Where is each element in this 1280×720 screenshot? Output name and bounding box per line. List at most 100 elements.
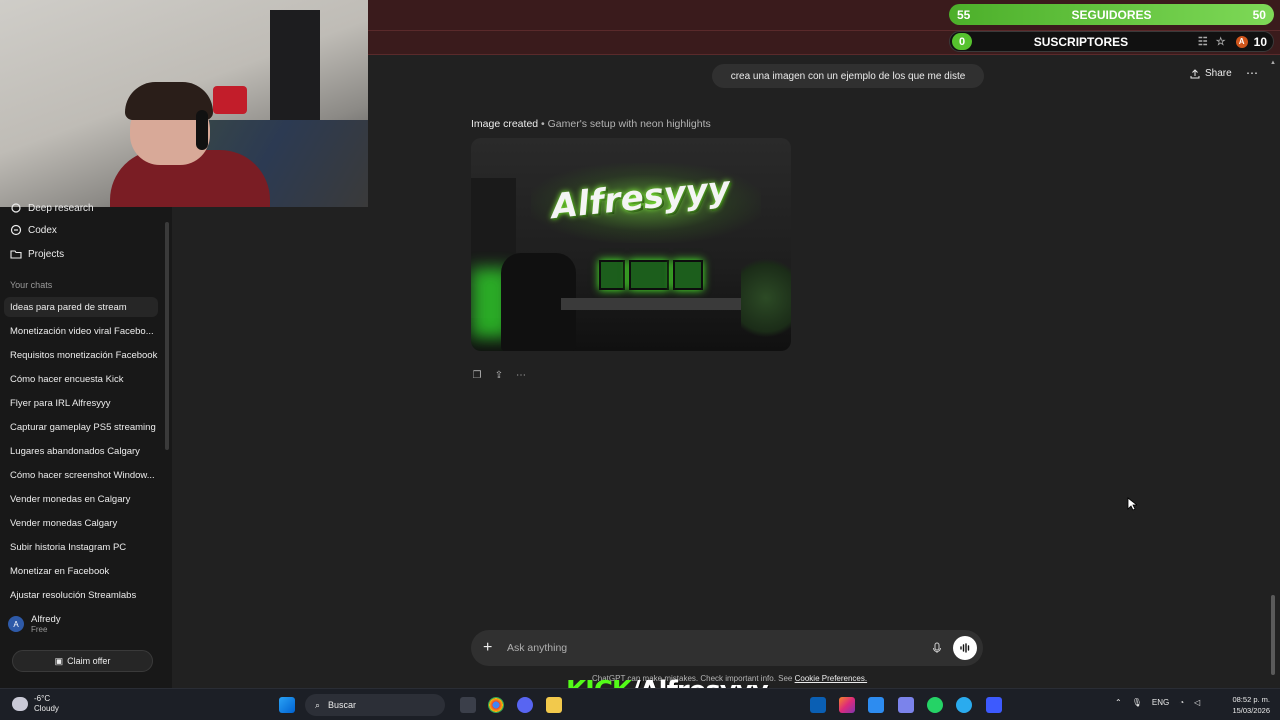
- voice-mode-button[interactable]: [953, 636, 977, 660]
- waveform-icon: [960, 643, 970, 653]
- telegram-icon[interactable]: [956, 697, 972, 713]
- image-title: • Gamer's setup with neon highlights: [541, 118, 711, 130]
- chat-item[interactable]: Ajustar resolución Streamlabs: [4, 585, 158, 605]
- image-monitor: [599, 260, 625, 290]
- share-button[interactable]: Share: [1190, 68, 1232, 79]
- claim-offer-button[interactable]: ▣ Claim offer: [12, 650, 153, 672]
- cloud-icon: [12, 697, 28, 711]
- more-options-icon[interactable]: ⋯: [1246, 66, 1258, 80]
- discord-icon[interactable]: [517, 697, 533, 713]
- chat-item[interactable]: Flyer para IRL Alfresyyy: [4, 393, 158, 413]
- file-explorer-icon[interactable]: [546, 697, 562, 713]
- task-view-icon[interactable]: [460, 697, 476, 713]
- chevron-up-icon[interactable]: ⌃: [1115, 698, 1122, 707]
- followers-count-right: 50: [1252, 7, 1266, 22]
- copy-icon[interactable]: ❐: [471, 369, 483, 381]
- taskbar: -6°C Cloudy ⌕ Buscar ⌃ 🎙︎ ENG ◔ ◁ 08:52 …: [0, 688, 1280, 720]
- translate-icon: ☷: [1197, 36, 1208, 48]
- plus-icon[interactable]: +: [483, 639, 501, 657]
- followers-counter: 55 SEGUIDORES 50: [949, 4, 1274, 25]
- your-chats-heading: Your chats: [10, 280, 53, 290]
- sidebar-item-deep-research[interactable]: Deep research: [10, 202, 94, 214]
- webcam-door: [270, 10, 320, 120]
- scroll-up-arrow[interactable]: ▲: [1270, 60, 1276, 66]
- cookie-preferences-link[interactable]: Cookie Preferences.: [795, 674, 867, 683]
- system-tray: ⌃ 🎙︎ ENG ◔ ◁: [1115, 698, 1200, 707]
- microphone-icon[interactable]: [927, 638, 947, 658]
- user-plan: Free: [31, 625, 48, 634]
- chat-item[interactable]: Vender monedas en Calgary: [4, 489, 158, 509]
- share-icon[interactable]: ⇪: [493, 369, 505, 381]
- subs-label: SUSCRIPTORES: [1033, 34, 1129, 49]
- generated-image[interactable]: Alfresyyy: [471, 138, 791, 351]
- windows-start-icon[interactable]: [279, 697, 295, 713]
- taskbar-search[interactable]: ⌕ Buscar: [305, 694, 445, 716]
- app-icon[interactable]: [868, 697, 884, 713]
- followers-count-left: 55: [957, 7, 971, 22]
- subs-avatar: A: [1235, 35, 1248, 48]
- image-status: Image created: [471, 118, 539, 130]
- webcam-headphone: [196, 110, 208, 150]
- sidebar-item-label: Deep research: [28, 202, 94, 214]
- avatar: A: [8, 616, 24, 632]
- search-icon: ⌕: [315, 699, 321, 710]
- sidebar-item-codex[interactable]: Codex: [10, 224, 57, 236]
- telescope-icon: [11, 203, 21, 213]
- followers-label: SEGUIDORES: [1071, 7, 1152, 22]
- codex-icon: [10, 224, 22, 236]
- subs-count-left: 0: [952, 33, 972, 50]
- clock-date: 15/03/2026: [1232, 706, 1270, 715]
- weather-widget[interactable]: -6°C Cloudy: [12, 694, 59, 714]
- message-actions: ❐ ⇪ ⋯: [471, 369, 527, 381]
- subs-count: 10: [1253, 34, 1267, 49]
- instagram-icon[interactable]: [839, 697, 855, 713]
- weather-desc: Cloudy: [34, 704, 59, 713]
- sidebar-scrollbar[interactable]: [165, 222, 169, 450]
- share-label: Share: [1205, 68, 1232, 79]
- webcam-chair: [213, 86, 247, 114]
- teams-icon[interactable]: [898, 697, 914, 713]
- chat-item[interactable]: Cómo hacer screenshot Window...: [4, 465, 158, 485]
- sidebar-item-label: Projects: [28, 248, 65, 260]
- more-icon[interactable]: ⋯: [515, 369, 527, 381]
- chat-item[interactable]: Capturar gameplay PS5 streaming: [4, 417, 158, 437]
- volume-icon[interactable]: ◁: [1194, 698, 1200, 707]
- composer: +: [471, 630, 983, 666]
- chat-item[interactable]: Subir historia Instagram PC: [4, 537, 158, 557]
- microphone-icon[interactable]: 🎙︎: [1132, 698, 1142, 707]
- folder-icon: [10, 250, 22, 259]
- sidebar-item-projects[interactable]: Projects: [10, 248, 64, 260]
- app-icon[interactable]: [986, 697, 1002, 713]
- app-icon[interactable]: [810, 697, 826, 713]
- claim-offer-label: Claim offer: [67, 656, 111, 666]
- main-scrollbar[interactable]: [1271, 595, 1275, 675]
- sidebar-item-label: Codex: [28, 224, 57, 236]
- sidebar: Deep research Codex Projects Your chats …: [0, 203, 172, 688]
- gift-icon: ▣: [54, 655, 64, 666]
- clock-time: 08:52 p. m.: [1232, 695, 1270, 704]
- language-indicator[interactable]: ENG: [1152, 698, 1169, 707]
- subscribers-counter: 0 SUSCRIPTORES ☷ ☆ A 10: [949, 31, 1274, 52]
- chrome-icon[interactable]: [488, 697, 504, 713]
- weather-temp: -6°C: [34, 694, 51, 703]
- ask-input[interactable]: [501, 642, 927, 654]
- webcam-feed: [0, 0, 368, 207]
- chat-item[interactable]: Monetización video viral Facebo...: [4, 321, 158, 341]
- wifi-icon[interactable]: ◔: [1179, 698, 1184, 707]
- image-monitor: [673, 260, 703, 290]
- whatsapp-icon[interactable]: [927, 697, 943, 713]
- chat-item[interactable]: Ideas para pared de stream: [4, 297, 158, 317]
- user-profile[interactable]: A Alfredy Free: [8, 614, 61, 634]
- chat-item[interactable]: Requisitos monetización Facebook: [4, 345, 158, 365]
- image-plant: [741, 248, 791, 348]
- image-caption: Image created • Gamer's setup with neon …: [471, 118, 711, 130]
- star-icon: ☆: [1215, 36, 1226, 48]
- user-name: Alfredy: [31, 614, 61, 625]
- chat-item[interactable]: Monetizar en Facebook: [4, 561, 158, 581]
- chat-item[interactable]: Lugares abandonados Calgary: [4, 441, 158, 461]
- search-label: Buscar: [328, 700, 357, 710]
- clock[interactable]: 08:52 p. m. 15/03/2026: [1222, 694, 1270, 716]
- chat-item[interactable]: Cómo hacer encuesta Kick: [4, 369, 158, 389]
- share-icon: [1190, 68, 1200, 78]
- chat-item[interactable]: Vender monedas Calgary: [4, 513, 158, 533]
